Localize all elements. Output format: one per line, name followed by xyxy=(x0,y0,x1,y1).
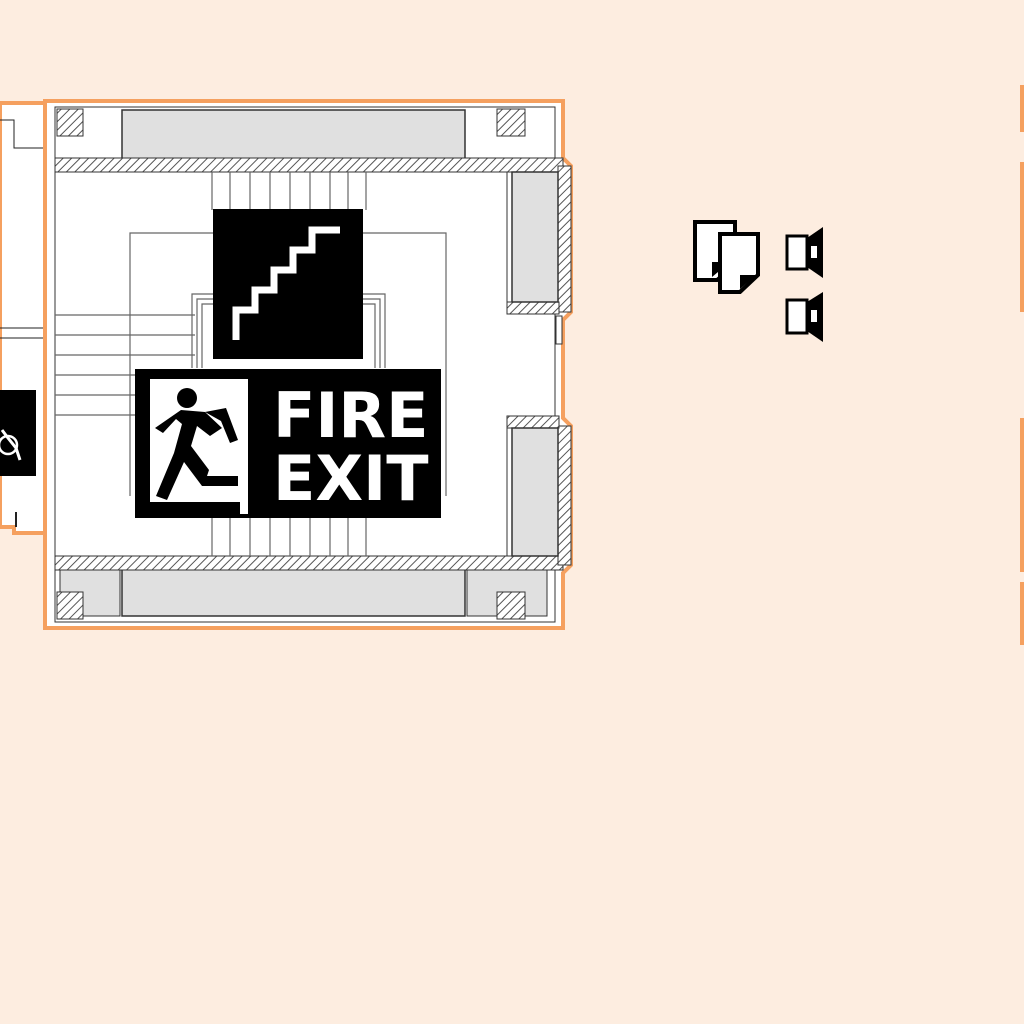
right-lower-gray-panel xyxy=(511,427,559,557)
door-jamb xyxy=(555,315,563,345)
bottom-gray-panel xyxy=(121,567,466,617)
stairs-sign xyxy=(213,209,363,359)
floor-plan-map[interactable]: FIRE EXIT xyxy=(0,0,1024,1024)
right-upper-gray-panel xyxy=(511,171,559,303)
wheelchair-icon xyxy=(0,390,36,476)
documents-icon[interactable] xyxy=(693,220,760,294)
fire-exit-sign: FIRE EXIT xyxy=(135,369,441,518)
speaker-icon[interactable] xyxy=(785,227,823,278)
top-gray-panel xyxy=(121,109,466,161)
speaker-icon[interactable] xyxy=(785,292,823,342)
stairwell-room xyxy=(43,99,573,630)
fire-exit-line2: EXIT xyxy=(273,442,429,515)
